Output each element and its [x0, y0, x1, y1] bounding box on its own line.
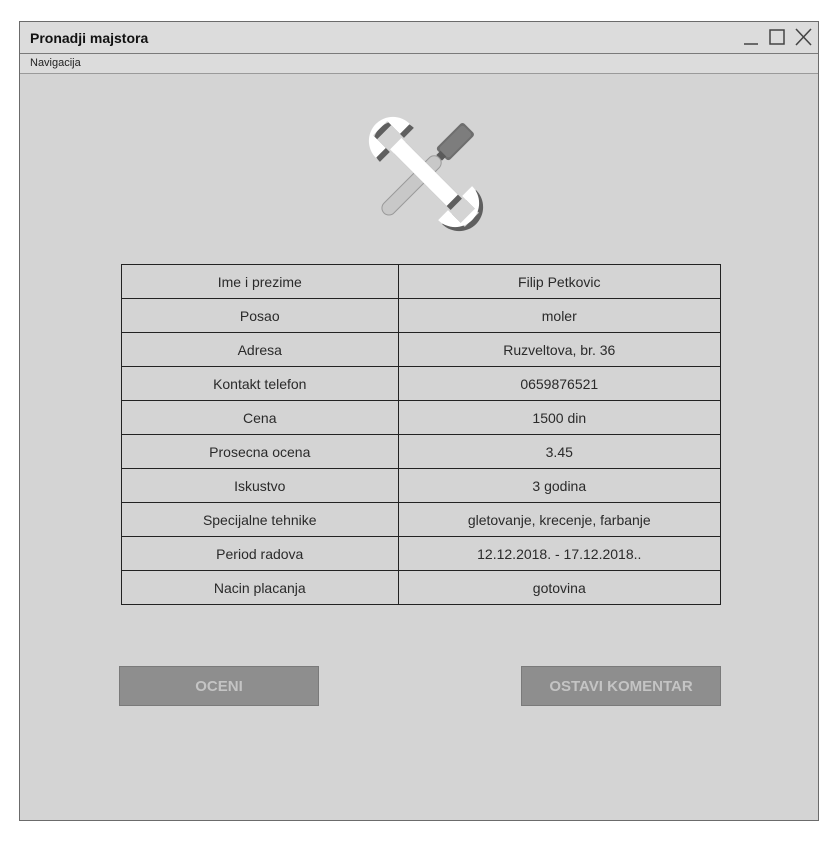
row-label: Adresa: [121, 332, 399, 367]
row-label: Specijalne tehnike: [121, 502, 399, 537]
row-label: Posao: [121, 298, 399, 333]
leave-comment-button[interactable]: OSTAVI KOMENTAR: [521, 666, 721, 706]
worker-details-table: Ime i prezime Filip Petkovic Posao moler…: [121, 264, 722, 605]
table-row: Cena 1500 din: [121, 400, 722, 435]
menu-item-navigacija[interactable]: Navigacija: [30, 57, 81, 69]
tools-icon: [360, 97, 490, 247]
row-label: Ime i prezime: [121, 264, 399, 299]
row-value: Filip Petkovic: [397, 264, 722, 299]
row-label: Period radova: [121, 536, 399, 571]
table-row: Prosecna ocena 3.45: [121, 434, 722, 469]
row-label: Nacin placanja: [121, 570, 399, 605]
table-row: Ime i prezime Filip Petkovic: [121, 264, 722, 299]
row-label: Iskustvo: [121, 468, 399, 503]
app-window: Pronadji majstora Navigacija Ime i prezi…: [19, 21, 819, 821]
window-controls: [742, 27, 812, 47]
row-value: 3 godina: [397, 468, 722, 503]
title-bar: Pronadji majstora: [20, 22, 818, 54]
row-value: gletovanje, krecenje, farbanje: [397, 502, 722, 537]
row-value: 3.45: [397, 434, 722, 469]
table-row: Adresa Ruzveltova, br. 36: [121, 332, 722, 367]
rate-button[interactable]: OCENI: [119, 666, 319, 706]
table-row: Kontakt telefon 0659876521: [121, 366, 722, 401]
table-row: Nacin placanja gotovina: [121, 570, 722, 605]
window-title: Pronadji majstora: [30, 30, 149, 46]
table-row: Iskustvo 3 godina: [121, 468, 722, 503]
row-value: 0659876521: [397, 366, 722, 401]
row-value: Ruzveltova, br. 36: [397, 332, 722, 367]
row-label: Kontakt telefon: [121, 366, 399, 401]
row-label: Cena: [121, 400, 399, 435]
table-row: Period radova 12.12.2018. - 17.12.2018..: [121, 536, 722, 571]
row-value: 12.12.2018. - 17.12.2018..: [397, 536, 722, 571]
minimize-icon[interactable]: [742, 27, 760, 47]
close-icon[interactable]: [794, 27, 812, 47]
maximize-icon[interactable]: [768, 27, 786, 47]
row-value: 1500 din: [397, 400, 722, 435]
menu-bar: Navigacija: [20, 54, 818, 74]
table-row: Specijalne tehnike gletovanje, krecenje,…: [121, 502, 722, 537]
row-label: Prosecna ocena: [121, 434, 399, 469]
table-row: Posao moler: [121, 298, 722, 333]
row-value: moler: [397, 298, 722, 333]
row-value: gotovina: [397, 570, 722, 605]
